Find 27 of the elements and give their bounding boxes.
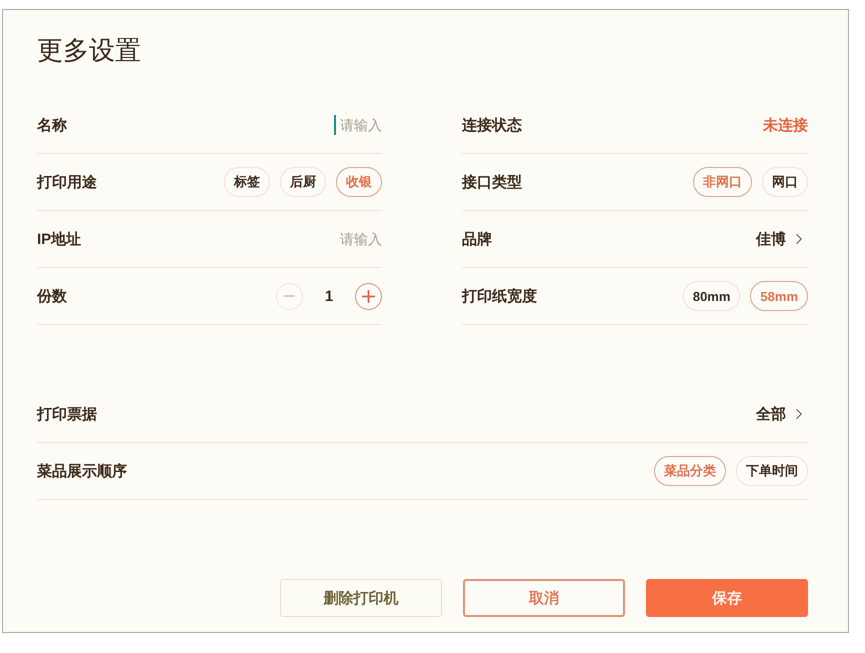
field-label: 打印用途 — [37, 172, 97, 192]
status-value: 未连接 — [763, 116, 808, 134]
field-label: 份数 — [37, 286, 67, 306]
text-input[interactable]: 请输入 — [334, 114, 382, 136]
field-label: 菜品展示顺序 — [37, 462, 127, 480]
action-button[interactable]: 删除打印机 — [280, 579, 442, 617]
field-label: 连接状态 — [462, 116, 522, 134]
option-chip[interactable]: 网口 — [762, 167, 808, 197]
text-input[interactable]: 请输入 — [334, 228, 382, 250]
increment-button[interactable] — [355, 282, 382, 310]
field-label: 打印纸宽度 — [462, 286, 537, 306]
dialog-title: 更多设置 — [37, 34, 141, 67]
quantity-value: 1 — [324, 288, 334, 304]
option-chip[interactable]: 后厨 — [280, 167, 326, 197]
select-link[interactable]: 全部 — [756, 404, 808, 424]
field-label: 名称 — [37, 116, 67, 134]
field-label: IP地址 — [37, 230, 82, 248]
plus-icon — [362, 290, 375, 302]
field-label: 品牌 — [462, 230, 492, 248]
text-cursor-icon — [334, 115, 336, 135]
option-chip[interactable]: 80mm — [682, 281, 740, 311]
option-chip[interactable]: 标签 — [224, 167, 270, 197]
minus-icon — [284, 295, 295, 297]
select-link[interactable]: 佳博 — [756, 230, 808, 248]
field-label: 打印票据 — [37, 404, 97, 424]
option-chip[interactable]: 下单时间 — [736, 456, 808, 486]
field-label: 接口类型 — [462, 172, 522, 192]
